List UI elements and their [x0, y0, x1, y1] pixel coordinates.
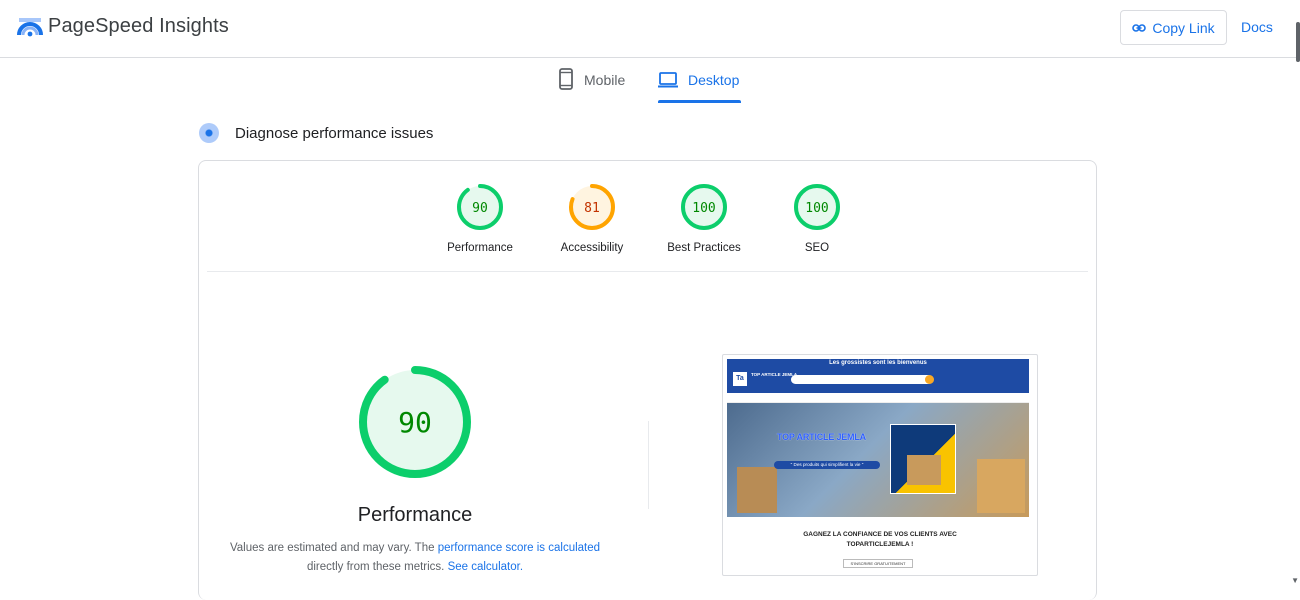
- performance-description: Values are estimated and may vary. The p…: [219, 539, 611, 577]
- laptop-icon: [658, 72, 678, 88]
- gauge-performance-label: Performance: [447, 242, 513, 254]
- gauge-seo-label: SEO: [804, 242, 830, 254]
- gauge-seo[interactable]: 100 SEO: [757, 183, 877, 254]
- top-bar: PageSpeed Insights Copy Link Docs: [0, 0, 1300, 58]
- gauge-seo-ring: 100: [794, 184, 840, 230]
- screenshot-banner: Les grossistes sont les bienvenus: [829, 360, 927, 366]
- page-screenshot: Les grossistes sont les bienvenus Ta TOP…: [722, 354, 1038, 576]
- gauge-performance-score: 90: [472, 201, 488, 216]
- link-icon: [1132, 23, 1147, 32]
- performance-big-gauge: 90: [359, 366, 471, 478]
- screenshot-signup-button: S'INSCRIRE GRATUITEMENT: [843, 559, 913, 568]
- gauge-accessibility-ring: 81: [569, 184, 615, 230]
- screenshot-box-image: [737, 467, 777, 513]
- screenshot-nav: [727, 393, 1029, 403]
- gauge-performance-ring: 90: [457, 184, 503, 230]
- screenshot-search-icon: [925, 375, 934, 384]
- screenshot-search-bar: [791, 375, 933, 384]
- screenshot-logo-text: TOP ARTICLE JEMLA: [751, 372, 798, 377]
- copy-link-label: Copy Link: [1152, 19, 1215, 36]
- desc-prefix: Values are estimated and may vary. The: [229, 542, 438, 554]
- screenshot-foot-line1: GAGNEZ LA CONFIANCE DE VOS CLIENTS AVEC: [803, 531, 957, 538]
- screenshot-poster-image: [890, 424, 956, 494]
- section-title: Diagnose performance issues: [235, 125, 434, 142]
- smartphone-icon: [559, 68, 573, 90]
- screenshot-poster-box: [907, 455, 941, 485]
- tab-mobile[interactable]: Mobile: [558, 68, 625, 102]
- tab-mobile-label: Mobile: [584, 72, 626, 88]
- docs-link[interactable]: Docs: [1241, 19, 1273, 35]
- scroll-down-icon[interactable]: ▼: [1291, 576, 1299, 585]
- vertical-divider: [648, 421, 649, 509]
- screenshot-logo-icon: Ta: [733, 372, 747, 386]
- score-calculated-link[interactable]: performance score is calculated: [438, 542, 600, 554]
- performance-title: Performance: [357, 504, 473, 526]
- screenshot-foot-title: GAGNEZ LA CONFIANCE DE VOS CLIENTS AVEC …: [723, 530, 1037, 550]
- scrollbar-thumb[interactable]: [1296, 22, 1300, 62]
- results-card: 90 Performance 81 Accessibility 100 Best…: [198, 160, 1097, 600]
- diagnose-icon: [199, 123, 219, 143]
- tab-desktop[interactable]: Desktop: [658, 68, 742, 103]
- see-calculator-link[interactable]: See calculator.: [448, 561, 523, 573]
- gauges-divider: [207, 271, 1088, 272]
- desc-middle: directly from these metrics.: [306, 561, 448, 573]
- gauge-best-practices-label: Best Practices: [667, 242, 741, 254]
- gauge-accessibility[interactable]: 81 Accessibility: [532, 183, 652, 254]
- tab-desktop-label: Desktop: [688, 72, 740, 88]
- gauge-seo-score: 100: [805, 201, 828, 216]
- performance-big-score: 90: [398, 406, 432, 439]
- gauge-accessibility-label: Accessibility: [560, 242, 624, 254]
- app-title: PageSpeed Insights: [48, 15, 229, 37]
- gauge-best-practices[interactable]: 100 Best Practices: [644, 183, 764, 254]
- screenshot-header: Les grossistes sont les bienvenus Ta TOP…: [727, 359, 1029, 393]
- pagespeed-logo-icon: [17, 18, 43, 37]
- gauge-best-practices-ring: 100: [681, 184, 727, 230]
- gauge-best-practices-score: 100: [692, 201, 715, 216]
- copy-link-button[interactable]: Copy Link: [1120, 10, 1227, 45]
- screenshot-hero-title: TOP ARTICLE JEMLA: [777, 432, 866, 442]
- gauge-performance[interactable]: 90 Performance: [420, 183, 540, 254]
- screenshot-hero: TOP ARTICLE JEMLA " Des produits qui sim…: [727, 403, 1029, 517]
- gauge-accessibility-score: 81: [584, 201, 600, 216]
- screenshot-hero-tagline: " Des produits qui simplifient la vie ": [774, 461, 880, 469]
- score-gauges: 90 Performance 81 Accessibility 100 Best…: [199, 161, 1096, 271]
- device-tabs: Mobile Desktop: [0, 58, 1300, 104]
- screenshot-foot-line2: TOPARTICLEJEMLA !: [846, 541, 914, 548]
- screenshot-box-image: [977, 459, 1025, 513]
